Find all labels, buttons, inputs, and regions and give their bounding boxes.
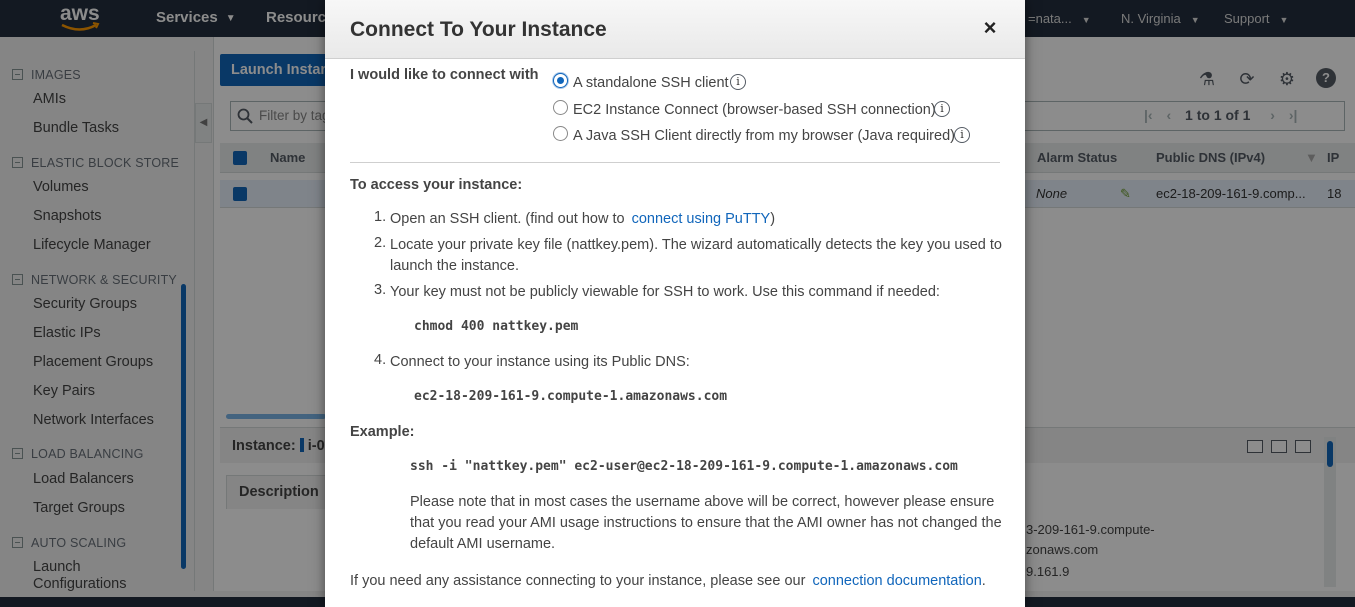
info-icon[interactable]: i	[730, 74, 746, 90]
step-number: 3.	[374, 282, 387, 298]
radio-java-ssh[interactable]	[553, 126, 568, 141]
step-1-text: Open an SSH client. (find out how to con…	[390, 211, 776, 227]
public-dns-text: ec2-18-209-161-9.compute-1.amazonaws.com	[414, 389, 728, 404]
step-2-line-1: Locate your private key file (nattkey.pe…	[390, 237, 1002, 253]
chmod-command: chmod 400 nattkey.pem	[414, 319, 579, 334]
connection-documentation-link[interactable]: connection documentation	[812, 573, 981, 589]
info-icon[interactable]: i	[934, 101, 950, 117]
dialog-header: Connect To Your Instance ×	[325, 0, 1025, 59]
note-line-3: default AMI username.	[410, 536, 556, 552]
ssh-example-command: ssh -i "nattkey.pem" ec2-user@ec2-18-209…	[410, 459, 958, 474]
note-line-1: Please note that in most cases the usern…	[410, 494, 995, 510]
access-heading: To access your instance:	[350, 177, 523, 193]
step-number: 1.	[374, 209, 387, 225]
example-heading: Example:	[350, 424, 415, 440]
putty-link[interactable]: connect using PuTTY	[632, 211, 771, 227]
step-number: 4.	[374, 352, 387, 368]
connect-dialog: Connect To Your Instance × I would like …	[325, 0, 1025, 607]
help-text: If you need any assistance connecting to…	[350, 573, 986, 589]
divider	[350, 162, 1000, 163]
step-2-line-2: launch the instance.	[390, 258, 519, 274]
close-icon[interactable]: ×	[981, 17, 999, 39]
option-ec2-instance-connect-label[interactable]: EC2 Instance Connect (browser-based SSH …	[573, 100, 936, 121]
option-java-ssh-label[interactable]: A Java SSH Client directly from my brows…	[573, 126, 955, 147]
connect-with-label: I would like to connect with	[350, 67, 539, 83]
dialog-title: Connect To Your Instance	[350, 18, 607, 41]
step-number: 2.	[374, 235, 387, 251]
radio-ec2-instance-connect[interactable]	[553, 100, 568, 115]
option-standalone-ssh-label[interactable]: A standalone SSH client	[573, 73, 729, 94]
radio-standalone-ssh[interactable]	[553, 73, 568, 88]
step-4-text: Connect to your instance using its Publi…	[390, 354, 690, 370]
info-icon[interactable]: i	[954, 127, 970, 143]
step-3-text: Your key must not be publicly viewable f…	[390, 284, 940, 300]
note-line-2: that you read your AMI usage instruction…	[410, 515, 1002, 531]
